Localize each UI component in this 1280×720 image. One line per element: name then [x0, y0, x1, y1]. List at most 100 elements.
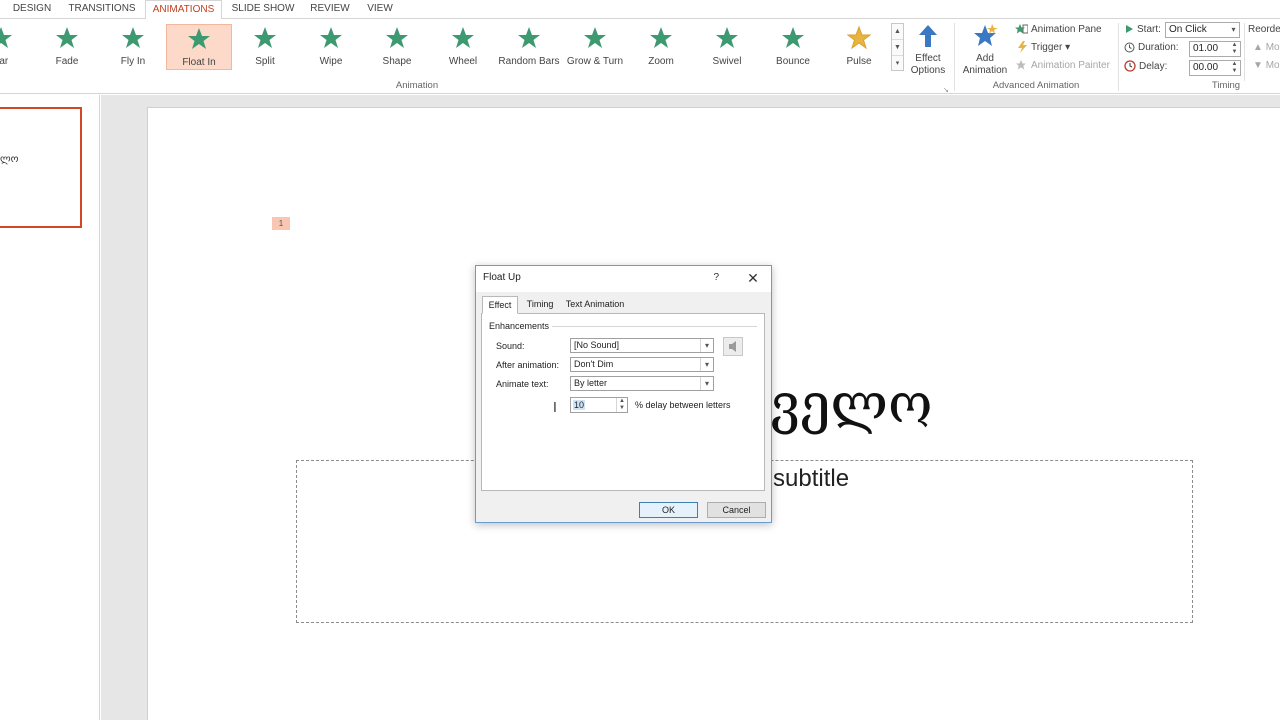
tab-slide-show[interactable]: SLIDE SHOW: [228, 0, 298, 19]
float-in-star-icon: [188, 28, 210, 49]
effect-options-label-1: Effect: [915, 53, 941, 64]
sound-label: Sound:: [496, 341, 525, 351]
move-earlier-button[interactable]: ▲ Mo: [1253, 40, 1280, 56]
tab-animations[interactable]: ANIMATIONS: [145, 0, 222, 20]
play-icon: [1126, 25, 1133, 34]
letter-delay-label: % delay between letters: [635, 400, 731, 410]
fade-star-icon: [56, 27, 78, 48]
start-dropdown-icon[interactable]: ▾: [1228, 23, 1239, 37]
animation-order-tag[interactable]: 1: [272, 217, 290, 230]
group-label-animation: Animation: [395, 80, 439, 91]
delay-spinner-icon[interactable]: ▲ ▼: [1229, 61, 1240, 75]
animation-pane-button[interactable]: Animation Pane: [1015, 22, 1102, 38]
effect-label: Bounce: [776, 56, 810, 67]
animation-pane-label: Animation Pane: [1031, 24, 1102, 35]
slide-thumbnail[interactable]: ლო: [0, 107, 82, 228]
animation-painter-button[interactable]: Animation Painter: [1016, 58, 1110, 74]
effect-split[interactable]: Split: [232, 24, 298, 70]
effect-fade[interactable]: Fade: [34, 24, 100, 70]
after-animation-select[interactable]: Don't Dim ▾: [570, 357, 714, 372]
move-earlier-icon: ▲: [1253, 42, 1266, 53]
dialog-tab-effect[interactable]: Effect: [482, 296, 518, 314]
add-animation-label-1: Add: [976, 53, 994, 64]
effect-zoom[interactable]: Zoom: [628, 24, 694, 70]
tab-view[interactable]: VIEW: [362, 0, 398, 19]
trigger-button[interactable]: Trigger ▾: [1017, 40, 1070, 56]
chevron-down-icon: ▾: [700, 377, 713, 390]
effect-label: Wipe: [319, 56, 343, 67]
duration-spinner-icon[interactable]: ▲ ▼: [1229, 42, 1240, 56]
letter-delay-spinner-icon[interactable]: ▲ ▼: [616, 398, 627, 412]
move-later-button[interactable]: ▼ Mo: [1253, 58, 1280, 74]
duration-label: Duration:: [1124, 40, 1179, 56]
effect-options-button[interactable]: Effect Options: [906, 23, 950, 77]
effect-pulse[interactable]: Pulse: [826, 24, 892, 70]
move-earlier-label: Mo: [1265, 42, 1280, 53]
duration-field[interactable]: 01.00 ▲ ▼: [1189, 41, 1241, 57]
after-animation-value: Don't Dim: [574, 359, 614, 369]
delay-field[interactable]: 00.00 ▲ ▼: [1189, 60, 1241, 76]
animation-painter-icon: [1016, 60, 1026, 70]
pulse-star-icon: [847, 26, 871, 50]
effect-wheel[interactable]: Wheel: [430, 24, 496, 70]
effect-label: Shape: [382, 56, 412, 67]
effect-wipe[interactable]: Wipe: [298, 24, 364, 70]
clock-icon: [1124, 42, 1135, 53]
thumbnail-text: ლო: [0, 154, 19, 165]
help-button[interactable]: ?: [713, 272, 719, 283]
effect-swivel[interactable]: Swivel: [694, 24, 760, 70]
dialog-effect-panel: Enhancements Sound: [No Sound] ▾ After a…: [481, 313, 765, 491]
delay-label-text: Delay:: [1139, 61, 1168, 72]
add-animation-button[interactable]: Add Animation: [958, 23, 1012, 77]
ok-button[interactable]: OK: [639, 502, 698, 518]
cancel-button[interactable]: Cancel: [707, 502, 766, 518]
up-arrow-icon: [919, 25, 937, 47]
effect-label: Zoom: [648, 56, 674, 67]
gallery-more-icon[interactable]: ▾: [892, 56, 903, 72]
gallery-scroll[interactable]: ▲ ▼ ▾: [891, 23, 904, 71]
fly-in-star-icon: [122, 27, 144, 48]
slide-subtitle[interactable]: subtitle: [773, 465, 849, 493]
letter-delay-field[interactable]: 10 ▲ ▼: [570, 397, 628, 413]
ribbon-tab-bar: DESIGN TRANSITIONS ANIMATIONS SLIDE SHOW…: [0, 0, 1280, 20]
effect-label: Wheel: [448, 56, 478, 67]
slide-title[interactable]: ველო: [770, 372, 933, 435]
tab-design[interactable]: DESIGN: [6, 0, 58, 19]
effect-float-in[interactable]: Float In: [166, 24, 232, 70]
close-icon[interactable]: ✕: [745, 270, 761, 286]
duration-value: 01.00: [1193, 43, 1219, 54]
dialog-tab-timing[interactable]: Timing: [520, 296, 560, 313]
dialog-launcher-icon[interactable]: ↘: [943, 86, 949, 94]
gallery-down-icon[interactable]: ▼: [892, 40, 903, 56]
animation-painter-label: Animation Painter: [1031, 60, 1110, 71]
effect-label: Grow & Turn: [566, 56, 624, 67]
dialog-title: Float Up: [476, 266, 771, 292]
effect-bounce[interactable]: Bounce: [760, 24, 826, 70]
effect-fly-in[interactable]: Fly In: [100, 24, 166, 70]
effect-shape[interactable]: Shape: [364, 24, 430, 70]
effect-random-bars[interactable]: Random Bars: [496, 24, 562, 70]
tab-transitions[interactable]: TRANSITIONS: [62, 0, 142, 19]
start-value: On Click: [1169, 24, 1207, 35]
group-label-timing: Timing: [1211, 80, 1241, 91]
sound-volume-button[interactable]: [723, 337, 743, 356]
shape-star-icon: [386, 27, 408, 48]
trigger-label: Trigger: [1031, 42, 1063, 53]
gallery-up-icon[interactable]: ▲: [892, 24, 903, 40]
dialog-tab-text-animation[interactable]: Text Animation: [561, 296, 629, 313]
letter-delay-value: 10: [573, 400, 586, 410]
animation-pane-icon: [1015, 24, 1028, 34]
effect-label: Pulse: [846, 56, 872, 67]
tab-review[interactable]: REVIEW: [306, 0, 354, 19]
effect-ear[interactable]: ear: [0, 24, 34, 70]
swivel-star-icon: [716, 27, 738, 48]
animate-text-select[interactable]: By letter ▾: [570, 376, 714, 391]
delay-clock-icon: [1124, 60, 1136, 73]
effect-grow-turn[interactable]: Grow & Turn: [562, 24, 628, 70]
bounce-star-icon: [782, 27, 804, 48]
effect-options-label-2: Options: [910, 65, 946, 76]
random-bars-star-icon: [518, 27, 540, 48]
wipe-star-icon: [320, 27, 342, 48]
sound-select[interactable]: [No Sound] ▾: [570, 338, 714, 353]
start-select[interactable]: On Click ▾: [1165, 22, 1240, 38]
